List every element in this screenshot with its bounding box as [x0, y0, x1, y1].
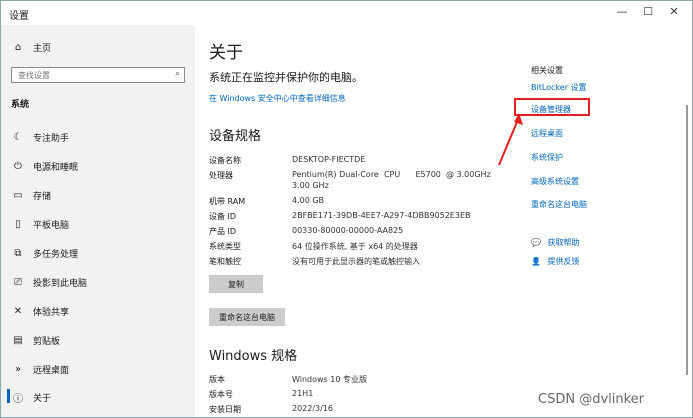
sidebar-item-label: 存储: [33, 191, 52, 202]
page-title: 关于: [209, 43, 243, 63]
clipboard-icon: ▤: [13, 334, 23, 346]
spec-value: 64 位操作系统, 基于 x64 的处理器: [292, 242, 418, 251]
spec-value: 2BFBE171-39DB-4EE7-A297-4DBB9052E3EB: [292, 211, 471, 220]
protection-status: 系统正在监控并保护你的电脑。: [209, 71, 363, 84]
sidebar-item-label: 体验共享: [33, 307, 70, 318]
maximize-button[interactable]: ☐: [635, 3, 661, 21]
spec-label: 版本号: [209, 390, 233, 399]
sidebar-item-label: 投影到此电脑: [33, 278, 88, 289]
share-icon: ✕: [13, 305, 23, 317]
related-settings-heading: 相关设置: [531, 66, 563, 75]
storage-icon: ▭: [13, 189, 23, 201]
power-icon: ⏻: [14, 160, 22, 172]
projector-icon: ⎚: [14, 276, 22, 288]
spec-value: 2022/3/16: [292, 404, 334, 413]
sidebar-item-label: 专注助手: [33, 133, 70, 144]
window-title: 设置: [9, 11, 29, 22]
sidebar-item-label: 平板电脑: [33, 220, 70, 231]
active-indicator: [7, 389, 10, 403]
spec-label: 系统类型: [209, 242, 241, 251]
sidebar-item-multitasking[interactable]: ⧉ 多任务处理: [11, 243, 191, 263]
sidebar-item-remote-desktop[interactable]: » 远程桌面: [11, 359, 191, 379]
remote-desktop-icon: »: [14, 363, 22, 375]
sidebar-item-tablet[interactable]: ▯ 平板电脑: [11, 214, 191, 234]
remote-desktop-link[interactable]: 远程桌面: [531, 128, 563, 139]
settings-window: 设置 — ☐ ✕ ⌂ 主页 ⌕ 系统 ☾ 专注助手 ⏻ 电源和睡眠 ▭ 存储 ▯…: [0, 0, 693, 418]
main-content: 关于 系统正在监控并保护你的电脑。 在 Windows 安全中心中查看详细信息 …: [195, 25, 692, 417]
spec-label: 机带 RAM: [209, 197, 246, 206]
spec-value: 4.00 GB: [292, 196, 325, 205]
sidebar-item-power[interactable]: ⏻ 电源和睡眠: [11, 156, 191, 176]
get-help-label: 获取帮助: [547, 238, 580, 247]
spec-value: 21H1: [292, 389, 314, 398]
spec-value-line2: 3.00 GHz: [292, 181, 329, 190]
sidebar-item-label: 主页: [33, 43, 52, 54]
close-button[interactable]: ✕: [661, 3, 687, 21]
minimize-button[interactable]: —: [609, 3, 635, 21]
sidebar-item-label: 多任务处理: [33, 249, 79, 260]
feedback-icon: 👤: [531, 257, 541, 266]
multitasking-icon: ⧉: [14, 247, 22, 259]
sidebar-item-shared-experiences[interactable]: ✕ 体验共享: [11, 301, 191, 321]
sidebar-item-clipboard[interactable]: ▤ 剪贴板: [11, 330, 191, 350]
highlight-box: [514, 98, 590, 116]
red-arrow: [498, 113, 523, 166]
search-input[interactable]: [12, 69, 168, 81]
sidebar-item-projecting[interactable]: ⎚ 投影到此电脑: [11, 272, 191, 292]
sidebar-item-label: 关于: [33, 393, 52, 404]
get-help-link[interactable]: 💬 获取帮助: [531, 237, 580, 248]
scrollbar[interactable]: [686, 105, 688, 375]
sidebar-item-storage[interactable]: ▭ 存储: [11, 185, 191, 205]
watermark: CSDN @dvlinker: [538, 392, 645, 407]
feedback-label: 提供反馈: [547, 257, 580, 266]
search-box[interactable]: ⌕: [11, 67, 185, 83]
spec-label: 处理器: [209, 171, 233, 180]
spec-label: 设备 ID: [209, 212, 237, 221]
sidebar-item-label: 剪贴板: [33, 336, 61, 347]
help-icon: 💬: [531, 238, 541, 247]
feedback-link[interactable]: 👤 提供反馈: [531, 256, 580, 267]
sidebar-item-label: 远程桌面: [33, 365, 70, 376]
device-specs-heading: 设备规格: [209, 129, 262, 144]
spec-label: 笔和触控: [209, 257, 241, 266]
spec-label: 安装日期: [209, 405, 241, 414]
spec-value: 00330-80000-00000-AA825: [292, 226, 404, 235]
spec-label: 产品 ID: [209, 227, 237, 236]
spec-label: 设备名称: [209, 156, 241, 165]
sidebar-item-home[interactable]: ⌂ 主页: [11, 37, 191, 57]
spec-value: 没有可用于此显示器的笔或触控输入: [292, 257, 420, 266]
sidebar-item-focus-assist[interactable]: ☾ 专注助手: [11, 127, 191, 147]
bitlocker-link[interactable]: BitLocker 设置: [531, 82, 587, 93]
windows-specs-heading: Windows 规格: [209, 349, 298, 364]
spec-value: DESKTOP-FIECTDE: [292, 155, 366, 164]
rename-pc-link[interactable]: 重命名这台电脑: [531, 199, 587, 210]
rename-pc-button[interactable]: 重命名这台电脑: [209, 308, 285, 326]
system-protection-link[interactable]: 系统保护: [531, 152, 563, 163]
sidebar-item-about[interactable]: ⓘ 关于: [11, 387, 191, 407]
home-icon: ⌂: [14, 41, 22, 53]
spec-label: 版本: [209, 375, 225, 384]
moon-icon: ☾: [13, 131, 23, 143]
info-icon: ⓘ: [13, 393, 23, 405]
advanced-system-settings-link[interactable]: 高级系统设置: [531, 176, 579, 187]
spec-value: Pentium(R) Dual-Core CPU E5700 @ 3.00GHz: [292, 170, 491, 179]
sidebar-item-label: 电源和睡眠: [33, 162, 79, 173]
search-icon[interactable]: ⌕: [175, 69, 180, 79]
copy-button[interactable]: 复制: [209, 275, 263, 293]
tablet-icon: ▯: [15, 218, 21, 230]
spec-value: Windows 10 专业版: [292, 375, 367, 384]
sidebar: ⌂ 主页 ⌕ 系统 ☾ 专注助手 ⏻ 电源和睡眠 ▭ 存储 ▯ 平板电脑 ⧉ 多…: [1, 25, 195, 417]
security-center-link[interactable]: 在 Windows 安全中心中查看详细信息: [209, 93, 346, 104]
category-label: 系统: [11, 100, 30, 110]
title-bar: 设置 — ☐ ✕: [1, 1, 692, 25]
